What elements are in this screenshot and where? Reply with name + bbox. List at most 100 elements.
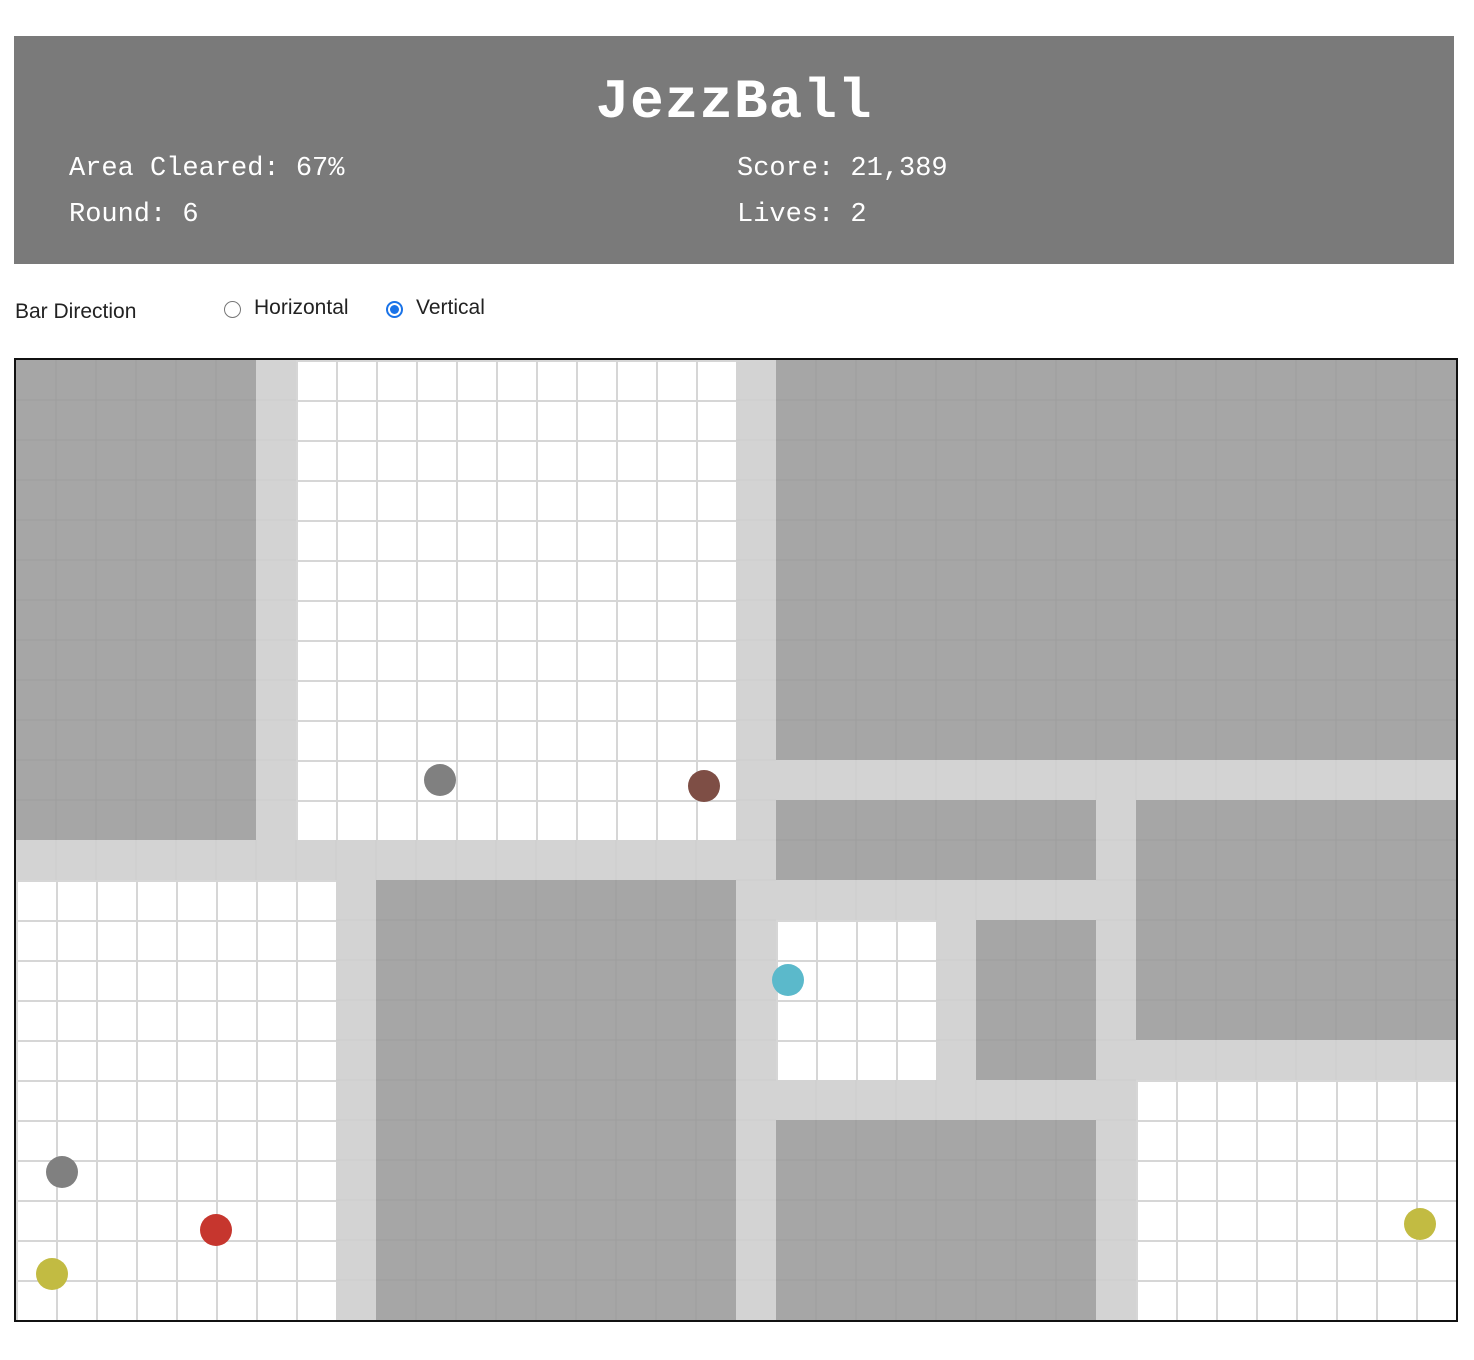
- open-cell: [458, 562, 496, 600]
- open-cell: [698, 602, 736, 640]
- open-cell: [778, 1042, 816, 1080]
- open-cell: [138, 1042, 176, 1080]
- open-cell: [138, 962, 176, 1000]
- open-cell: [58, 922, 96, 960]
- open-cell: [458, 442, 496, 480]
- open-cell: [58, 1042, 96, 1080]
- open-cell: [618, 762, 656, 800]
- game-board-canvas[interactable]: [16, 360, 1456, 1320]
- open-cell: [498, 562, 536, 600]
- open-cell: [218, 1002, 256, 1040]
- open-cell: [778, 922, 816, 960]
- open-cell: [338, 362, 376, 400]
- open-cell: [458, 482, 496, 520]
- wall-region: [936, 920, 976, 1080]
- open-cell: [58, 1082, 96, 1120]
- open-cell: [18, 1042, 56, 1080]
- open-cell: [298, 442, 336, 480]
- open-cell: [818, 922, 856, 960]
- wall-region: [256, 360, 296, 840]
- open-cell: [418, 362, 456, 400]
- vertical-radio-button[interactable]: [386, 301, 403, 318]
- open-cell: [498, 802, 536, 840]
- open-cell: [1378, 1122, 1416, 1160]
- open-cell: [498, 402, 536, 440]
- open-cell: [818, 1042, 856, 1080]
- open-cell: [1338, 1082, 1376, 1120]
- open-cell: [698, 482, 736, 520]
- open-cell: [578, 682, 616, 720]
- open-cell: [538, 682, 576, 720]
- open-cell: [858, 922, 896, 960]
- open-cell: [138, 1122, 176, 1160]
- open-cell: [218, 922, 256, 960]
- open-cell: [298, 922, 336, 960]
- open-cell: [258, 1202, 296, 1240]
- open-cell: [618, 682, 656, 720]
- open-cell: [178, 962, 216, 1000]
- open-cell: [18, 1202, 56, 1240]
- open-cell: [378, 722, 416, 760]
- open-cell: [578, 762, 616, 800]
- open-cell: [618, 442, 656, 480]
- open-cell: [458, 522, 496, 560]
- open-cell: [618, 602, 656, 640]
- open-cell: [418, 562, 456, 600]
- open-cell: [1378, 1082, 1416, 1120]
- open-cell: [578, 642, 616, 680]
- open-cell: [258, 1282, 296, 1320]
- wall-region: [1136, 1040, 1456, 1080]
- open-cell: [1298, 1082, 1336, 1120]
- open-region: [776, 920, 936, 1080]
- open-cell: [378, 602, 416, 640]
- open-cell: [98, 882, 136, 920]
- open-cell: [338, 722, 376, 760]
- open-cell: [538, 402, 576, 440]
- open-cell: [1218, 1082, 1256, 1120]
- open-cell: [1338, 1202, 1376, 1240]
- open-cell: [298, 962, 336, 1000]
- open-cell: [898, 922, 936, 960]
- horizontal-radio-button[interactable]: [224, 301, 241, 318]
- open-cell: [418, 522, 456, 560]
- open-cell: [178, 882, 216, 920]
- open-cell: [378, 442, 416, 480]
- vertical-radio-option[interactable]: Vertical: [386, 296, 485, 320]
- open-cell: [1218, 1202, 1256, 1240]
- open-cell: [458, 602, 496, 640]
- open-cell: [618, 562, 656, 600]
- open-cell: [1338, 1282, 1376, 1320]
- open-cell: [98, 1202, 136, 1240]
- open-cell: [1298, 1202, 1336, 1240]
- open-cell: [98, 1282, 136, 1320]
- open-cell: [58, 1282, 96, 1320]
- open-cell: [578, 442, 616, 480]
- open-cell: [1418, 1082, 1456, 1120]
- horizontal-radio-option[interactable]: Horizontal: [224, 296, 349, 320]
- open-cell: [1258, 1282, 1296, 1320]
- open-cell: [1258, 1202, 1296, 1240]
- game-header: JezzBall Area Cleared: 67% Score: 21,389…: [14, 36, 1454, 264]
- open-cell: [1338, 1122, 1376, 1160]
- ball: [46, 1156, 78, 1188]
- open-cell: [258, 1122, 296, 1160]
- open-cell: [698, 362, 736, 400]
- open-cell: [258, 882, 296, 920]
- open-cell: [338, 602, 376, 640]
- open-cell: [378, 482, 416, 520]
- open-cell: [418, 682, 456, 720]
- open-cell: [338, 442, 376, 480]
- game-board[interactable]: [14, 358, 1458, 1322]
- open-cell: [538, 802, 576, 840]
- open-cell: [138, 922, 176, 960]
- open-cell: [658, 522, 696, 560]
- open-cell: [338, 562, 376, 600]
- open-cell: [98, 1042, 136, 1080]
- open-cell: [698, 682, 736, 720]
- open-cell: [538, 642, 576, 680]
- open-cell: [298, 1162, 336, 1200]
- open-cell: [658, 482, 696, 520]
- open-cell: [18, 1082, 56, 1120]
- open-cell: [218, 1042, 256, 1080]
- open-cell: [578, 362, 616, 400]
